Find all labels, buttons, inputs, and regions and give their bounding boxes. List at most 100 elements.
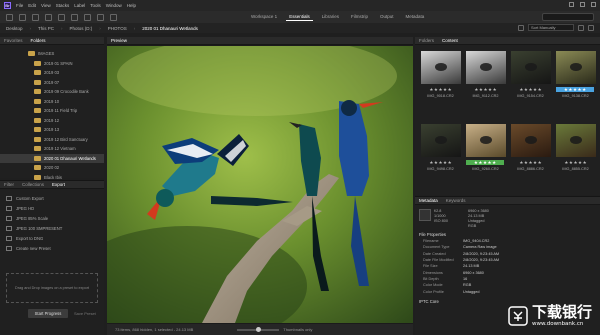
star-icon[interactable]: ★ — [429, 160, 433, 165]
star-icon[interactable]: ★ — [583, 160, 587, 165]
back-icon[interactable] — [6, 13, 13, 21]
thumbnails-only-label[interactable]: Thumbnails only — [283, 327, 312, 332]
star-icon[interactable]: ★ — [443, 87, 447, 92]
thumbnail-item[interactable]: ★ ★ ★ ★ ★ IMG_9112.CR2 — [464, 49, 507, 119]
rotate-left-icon[interactable] — [97, 13, 104, 21]
tab-preview[interactable]: Preview — [111, 38, 127, 43]
tab-favorites[interactable]: Favorites — [4, 38, 23, 43]
star-icon[interactable]: ★ — [568, 87, 572, 92]
star-rating[interactable]: ★ ★ ★ ★ ★ — [556, 87, 594, 92]
export-preset-item[interactable]: Export to DNG — [0, 233, 104, 243]
menu-view[interactable]: View — [41, 3, 51, 8]
search-input[interactable] — [542, 13, 594, 21]
crumb-desktop[interactable]: Desktop — [4, 25, 25, 32]
folder-item[interactable]: 2019 01 SPAIN — [0, 59, 104, 69]
star-icon[interactable]: ★ — [573, 87, 577, 92]
tab-folders[interactable]: Folders — [31, 38, 46, 43]
menu-window[interactable]: Window — [106, 3, 122, 8]
star-icon[interactable]: ★ — [582, 87, 586, 92]
export-preset-item[interactable]: JPEG 100 SMPRESENT — [0, 223, 104, 233]
list-view-icon[interactable] — [588, 24, 594, 31]
refine-icon[interactable] — [71, 13, 78, 21]
workspace-1-tab[interactable]: Workspace 1 — [248, 13, 280, 21]
export-preset-item[interactable]: Create new Preset — [0, 243, 104, 253]
folder-item[interactable]: 2019 11 Field Trip — [0, 106, 104, 116]
star-rating[interactable]: ★ ★ ★ ★ ★ — [509, 160, 552, 165]
menu-tools[interactable]: Tools — [90, 3, 101, 8]
star-icon[interactable]: ★ — [538, 87, 542, 92]
thumbnail-item[interactable]: ★ ★ ★ ★ ★ IMG_8855.CR2 — [554, 122, 597, 192]
export-preset-item[interactable]: JPEG HD — [0, 203, 104, 213]
folder-item[interactable]: 2019 03 — [0, 68, 104, 78]
star-icon[interactable]: ★ — [488, 87, 492, 92]
star-icon[interactable]: ★ — [533, 160, 537, 165]
star-rating[interactable]: ★ ★ ★ ★ ★ — [509, 87, 552, 92]
star-icon[interactable]: ★ — [488, 160, 492, 165]
filter-icon[interactable] — [518, 24, 524, 31]
star-icon[interactable]: ★ — [478, 160, 482, 165]
folder-item[interactable]: 2019 07 — [0, 78, 104, 88]
crumb-photos[interactable]: PHOTOS — [106, 25, 129, 32]
tab-metadata[interactable]: Metadata — [419, 198, 438, 203]
menu-label[interactable]: Label — [74, 3, 85, 8]
recent-icon[interactable] — [32, 13, 39, 21]
star-icon[interactable]: ★ — [474, 160, 478, 165]
metadata-tab[interactable]: Metadata — [402, 13, 427, 21]
tab-keywords[interactable]: Keywords — [446, 198, 466, 203]
folder-item[interactable]: 2019 12 Vietnam — [0, 144, 104, 154]
star-icon[interactable]: ★ — [438, 87, 442, 92]
close-icon[interactable] — [591, 2, 596, 7]
file-properties-header[interactable]: File Properties — [415, 228, 600, 238]
export-preset-item[interactable]: Custom Export — [0, 193, 104, 203]
tab-folders-right[interactable]: Folders — [419, 38, 434, 43]
open-in-raw-icon[interactable] — [84, 13, 91, 21]
grid-view-icon[interactable] — [578, 24, 584, 31]
crumb-photos-drive[interactable]: Photos (D:) — [68, 25, 95, 32]
start-progress-button[interactable]: Start Progress — [28, 309, 68, 318]
star-icon[interactable]: ★ — [443, 160, 447, 165]
star-icon[interactable]: ★ — [483, 87, 487, 92]
star-rating[interactable]: ★ ★ ★ ★ ★ — [554, 160, 597, 165]
essentials-tab[interactable]: Essentials — [286, 13, 313, 21]
thumbnail-zoom-slider[interactable] — [237, 326, 280, 332]
star-icon[interactable]: ★ — [528, 87, 532, 92]
preview-image[interactable] — [107, 46, 413, 323]
star-rating[interactable]: ★ ★ ★ ★ ★ — [466, 160, 504, 165]
rotate-right-icon[interactable] — [110, 13, 117, 21]
star-icon[interactable]: ★ — [524, 87, 528, 92]
thumbnail-item[interactable]: ★ ★ ★ ★ ★ IMG_9154.CR2 — [509, 49, 552, 119]
boomerang-icon[interactable] — [45, 13, 52, 21]
minimize-icon[interactable] — [569, 2, 574, 7]
folder-item[interactable]: 2019 12 — [0, 116, 104, 126]
star-icon[interactable]: ★ — [564, 87, 568, 92]
menu-file[interactable]: File — [16, 3, 23, 8]
thumbnail-item[interactable]: ★ ★ ★ ★ ★ IMG_9138.CR2 — [554, 49, 597, 119]
star-icon[interactable]: ★ — [578, 160, 582, 165]
star-icon[interactable]: ★ — [448, 87, 452, 92]
folder-item[interactable]: IMAGES — [0, 49, 104, 59]
tab-export[interactable]: Export — [52, 182, 65, 187]
star-icon[interactable]: ★ — [538, 160, 542, 165]
thumbnail-item[interactable]: ★ ★ ★ ★ ★ IMG_9498.CR2 — [419, 122, 462, 192]
tab-content[interactable]: Content — [442, 38, 458, 43]
star-icon[interactable]: ★ — [564, 160, 568, 165]
tab-collections[interactable]: Collections — [22, 182, 44, 187]
save-preset-button[interactable]: Save Preset — [74, 311, 96, 316]
star-icon[interactable]: ★ — [519, 87, 523, 92]
star-rating[interactable]: ★ ★ ★ ★ ★ — [419, 87, 462, 92]
crumb-current-folder[interactable]: 2020 01 Dhanauri Wetlands — [140, 25, 200, 32]
thumbnail-item[interactable]: ★ ★ ★ ★ ★ IMG_9018.CR2 — [419, 49, 462, 119]
star-icon[interactable]: ★ — [448, 160, 452, 165]
star-icon[interactable]: ★ — [438, 160, 442, 165]
star-icon[interactable]: ★ — [493, 87, 497, 92]
sort-dropdown[interactable]: Sort Manually — [528, 24, 574, 31]
maximize-icon[interactable] — [580, 2, 585, 7]
star-rating[interactable]: ★ ★ ★ ★ ★ — [419, 160, 462, 165]
folder-item[interactable]: 2019 10 — [0, 97, 104, 107]
star-icon[interactable]: ★ — [519, 160, 523, 165]
menu-edit[interactable]: Edit — [28, 3, 36, 8]
export-drop-zone[interactable]: Drag and Drop images on a preset to expo… — [6, 273, 98, 303]
star-rating[interactable]: ★ ★ ★ ★ ★ — [464, 87, 507, 92]
star-icon[interactable]: ★ — [492, 160, 496, 165]
forward-icon[interactable] — [19, 13, 26, 21]
